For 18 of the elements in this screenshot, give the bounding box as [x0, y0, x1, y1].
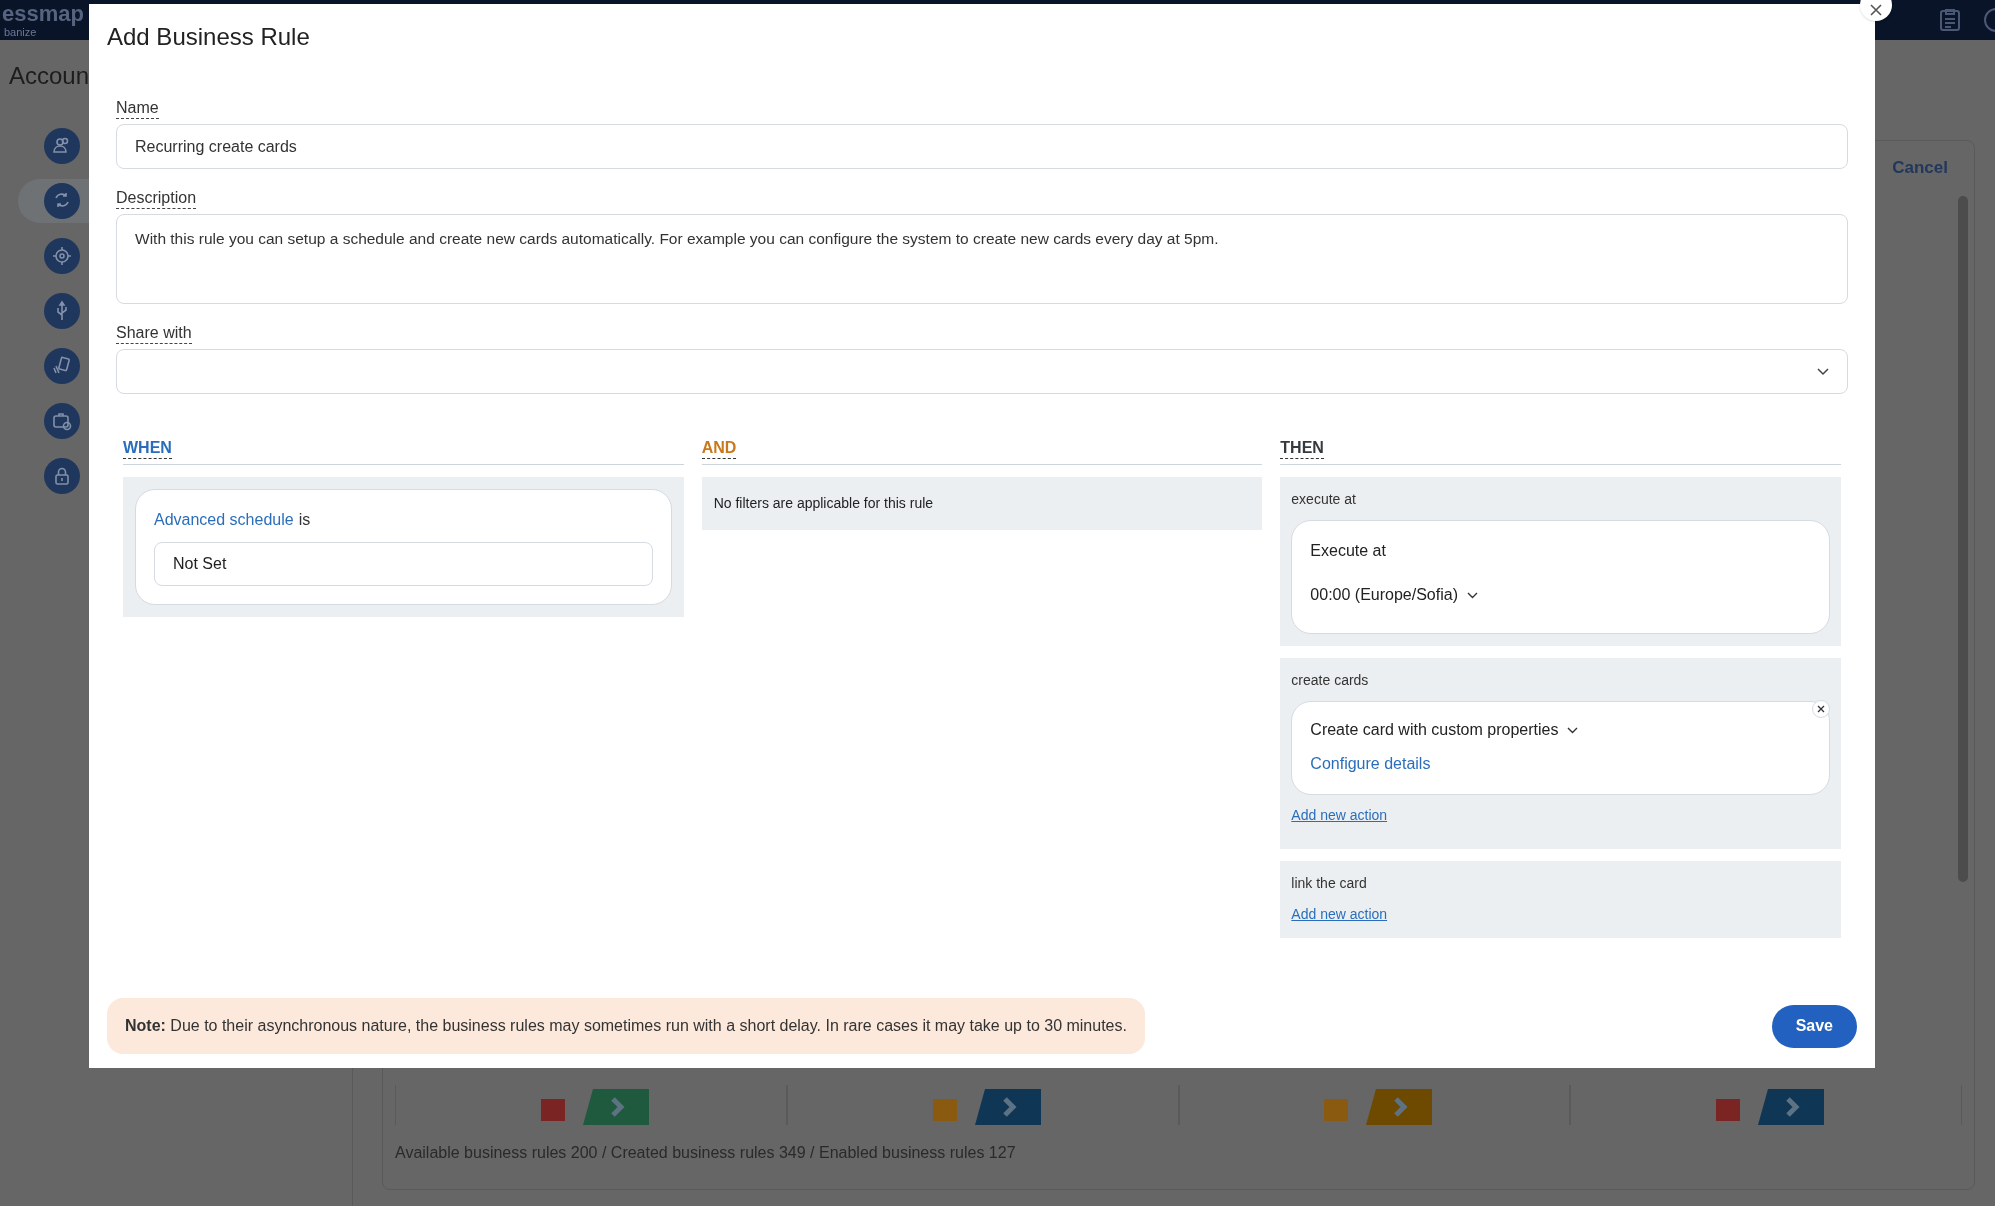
summary-text: Available business rules 200 / Created business rules 349 / Enabled business rules 127	[394, 1143, 1017, 1163]
logo-text: essmap	[2, 2, 84, 26]
empty-message: No filters are applicable for this rule	[713, 494, 935, 513]
dialog-title: Add Business Rule	[106, 22, 311, 52]
section-title: create cards	[1291, 671, 1370, 690]
page-title: Accoun	[9, 61, 91, 91]
section-title: link the card	[1291, 874, 1368, 893]
column-heading: THEN	[1280, 438, 1324, 459]
field-label: Share with	[116, 323, 192, 344]
column-heading: WHEN	[123, 438, 172, 459]
operator-text: is	[298, 510, 311, 530]
section-title: execute at	[1291, 490, 1357, 509]
field-label: Name	[116, 98, 159, 119]
card-label: Execute at	[1310, 541, 1387, 561]
field-label: Description	[116, 188, 197, 209]
column-heading: AND	[701, 438, 737, 459]
note-banner: Note: Due to their asynchronous nature, the business rules may sometimes run with a short delay. In rare cases it may take up to 30 minutes.	[107, 998, 1145, 1054]
logo-subtitle: banize	[4, 26, 38, 38]
